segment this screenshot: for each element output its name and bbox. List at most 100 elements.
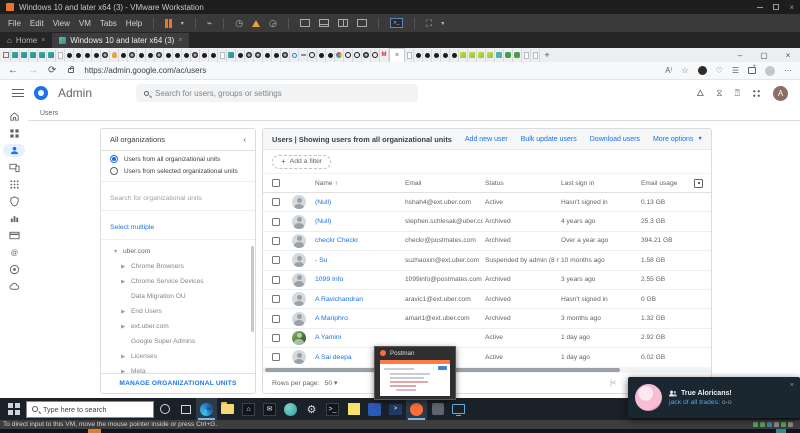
sidebar-item-dashboard[interactable] — [3, 127, 25, 140]
taskbar-icon-file-explorer[interactable] — [217, 398, 238, 420]
pinned-tab-dot-icon[interactable] — [182, 49, 191, 62]
pinned-tab-dot-icon[interactable] — [173, 49, 182, 62]
row-checkbox[interactable] — [272, 334, 280, 342]
table-row[interactable]: checkr Checkrcheckr@postmates.comArchive… — [263, 232, 711, 251]
close-tab-icon[interactable]: × — [41, 37, 45, 44]
pinned-tab-ring-icon[interactable] — [353, 49, 362, 62]
minimize-icon[interactable] — [757, 7, 763, 8]
forward-icon[interactable]: → — [28, 66, 38, 76]
taskbar-icon-sticky-notes[interactable] — [343, 398, 364, 420]
new-tab-button[interactable]: + — [540, 49, 554, 62]
pinned-tab-dot-icon[interactable] — [137, 49, 146, 62]
pinned-tab-leaf-icon[interactable] — [459, 49, 468, 62]
org-search-field[interactable]: Search for organizational units — [101, 182, 255, 211]
taskbar-icon-edge[interactable] — [196, 398, 217, 420]
pinned-tab-dot-icon[interactable] — [83, 49, 92, 62]
taskbar-icon-terminal[interactable]: >_ — [322, 398, 343, 420]
user-name-link[interactable]: A Yamini — [315, 334, 341, 341]
vm-device-status-icon[interactable] — [760, 422, 765, 427]
send-ctrl-alt-del-icon[interactable]: ⌁ — [207, 19, 212, 28]
pinned-tab-grid-icon[interactable] — [2, 49, 11, 62]
table-row[interactable]: (Null)stephen.schlesak@uber.comArchived4… — [263, 212, 711, 231]
vm-device-status-icon[interactable] — [788, 422, 793, 427]
row-checkbox[interactable] — [272, 295, 280, 303]
pinned-tab-doc-icon[interactable] — [56, 49, 65, 62]
more-menu-icon[interactable]: ⋯ — [784, 66, 792, 75]
sidebar-item-account[interactable]: @ — [3, 246, 25, 259]
sidebar-item-storage[interactable] — [3, 280, 25, 293]
vmware-menu-help[interactable]: Help — [126, 19, 142, 28]
table-row[interactable]: 1099 Info1099info@postmates.comArchived3… — [263, 271, 711, 290]
org-unit-uber-com[interactable]: ▼uber.com — [101, 244, 255, 259]
minimize-icon[interactable]: – — [728, 49, 752, 62]
discord-notification-toast[interactable]: True Aloricans! jack of all trades: o-o … — [628, 377, 800, 418]
console-view-button[interactable]: >_ — [390, 18, 403, 28]
taskbar-icon-task-view[interactable] — [175, 398, 196, 420]
active-tab[interactable]: × — [389, 48, 405, 62]
back-icon[interactable]: ← — [8, 66, 18, 76]
account-avatar[interactable]: A — [773, 86, 788, 101]
browser-essentials-icon[interactable]: ♡ — [716, 66, 723, 75]
close-tab-icon[interactable]: × — [178, 37, 182, 44]
taskbar-icon-store[interactable]: ⌂ — [238, 398, 259, 420]
caret-right-icon[interactable]: ▶ — [121, 309, 127, 315]
vm-tab-home[interactable]: ⌂ Home × — [0, 33, 52, 48]
pinned-tab-dot-icon[interactable] — [326, 49, 335, 62]
vm-tab-windows10[interactable]: Windows 10 and later x64 (3) × — [52, 33, 189, 48]
show-thumbnail-bar-icon[interactable] — [319, 19, 329, 27]
table-row[interactable]: A Sai deepaActive1 day ago0.02 GB — [263, 348, 711, 367]
pinned-tab-leaf-icon[interactable] — [477, 49, 486, 62]
org-unit-meta[interactable]: ▶Meta — [101, 364, 255, 373]
pinned-tab-sheet-icon[interactable] — [38, 49, 47, 62]
pinned-tab-bell-icon[interactable] — [110, 49, 119, 62]
org-unit-licenses[interactable]: ▶Licenses — [101, 349, 255, 364]
vmware-menu-vm[interactable]: VM — [79, 19, 91, 28]
extension-badge-icon[interactable] — [698, 66, 707, 75]
pinned-tab-leaf-icon[interactable] — [468, 49, 477, 62]
close-icon[interactable]: × — [776, 49, 800, 62]
pinned-tab-dot-icon[interactable] — [146, 49, 155, 62]
browser-profile-avatar[interactable] — [765, 66, 775, 76]
horizontal-scrollbar[interactable] — [263, 367, 711, 373]
pinned-tab-search-icon[interactable] — [290, 49, 299, 62]
pinned-tab-sheet-icon[interactable] — [227, 49, 236, 62]
sidebar-item-security[interactable] — [3, 195, 25, 208]
pinned-tab-dot-icon[interactable] — [414, 49, 423, 62]
vm-device-status-icon[interactable] — [774, 422, 779, 427]
pinned-tab-dot-icon[interactable] — [200, 49, 209, 62]
taskbar-search-box[interactable]: Type here to search — [26, 401, 154, 418]
power-pause-button[interactable] — [165, 19, 172, 28]
fullscreen-dropdown-icon[interactable]: ▾ — [441, 20, 444, 27]
pinned-tab-sheet-icon[interactable] — [11, 49, 20, 62]
pinned-tab-sheet-icon[interactable] — [47, 49, 56, 62]
close-icon[interactable]: × — [790, 382, 794, 389]
vmware-menu-edit[interactable]: Edit — [30, 19, 44, 28]
pinned-tab-key-icon[interactable] — [155, 49, 164, 62]
pinned-tab-dot-icon[interactable] — [74, 49, 83, 62]
table-row[interactable]: - Susuzhaoxin@ext.uber.comSuspended by a… — [263, 251, 711, 270]
sidebar-item-reporting[interactable] — [3, 212, 25, 225]
column-last-sign-in[interactable]: Last sign in — [561, 180, 594, 187]
select-multiple-link[interactable]: Select multiple — [101, 211, 255, 240]
restore-icon[interactable]: ▢ — [752, 49, 776, 62]
radio-all-org-units[interactable]: Users from all organizational units — [101, 151, 255, 163]
pinned-tab-key-icon[interactable] — [128, 49, 137, 62]
pinned-tab-ring-icon[interactable] — [308, 49, 317, 62]
tasks-hourglass-icon[interactable]: ⧖ — [716, 89, 722, 98]
pinned-tab-key-icon[interactable] — [362, 49, 371, 62]
row-checkbox[interactable] — [272, 198, 280, 206]
org-unit-chrome-browsers[interactable]: ▶Chrome Browsers — [101, 259, 255, 274]
org-tree-scrollbar[interactable] — [251, 246, 254, 332]
more-options-link[interactable]: More options — [653, 136, 693, 143]
pinned-tab-doc-icon[interactable] — [218, 49, 227, 62]
row-checkbox[interactable] — [272, 315, 280, 323]
table-row[interactable]: A YaminiActive1 day ago2.92 GB — [263, 329, 711, 348]
pinned-tab-leaf-icon[interactable] — [486, 49, 495, 62]
pinned-tab-dot-icon[interactable] — [317, 49, 326, 62]
column-status[interactable]: Status — [485, 180, 504, 187]
sidebar-item-home[interactable] — [3, 110, 25, 123]
pinned-tab-dot-icon[interactable] — [263, 49, 272, 62]
admin-search-box[interactable]: Search for users, groups or settings — [136, 84, 418, 102]
row-checkbox[interactable] — [272, 353, 280, 361]
pinned-tab-dot-icon[interactable] — [450, 49, 459, 62]
